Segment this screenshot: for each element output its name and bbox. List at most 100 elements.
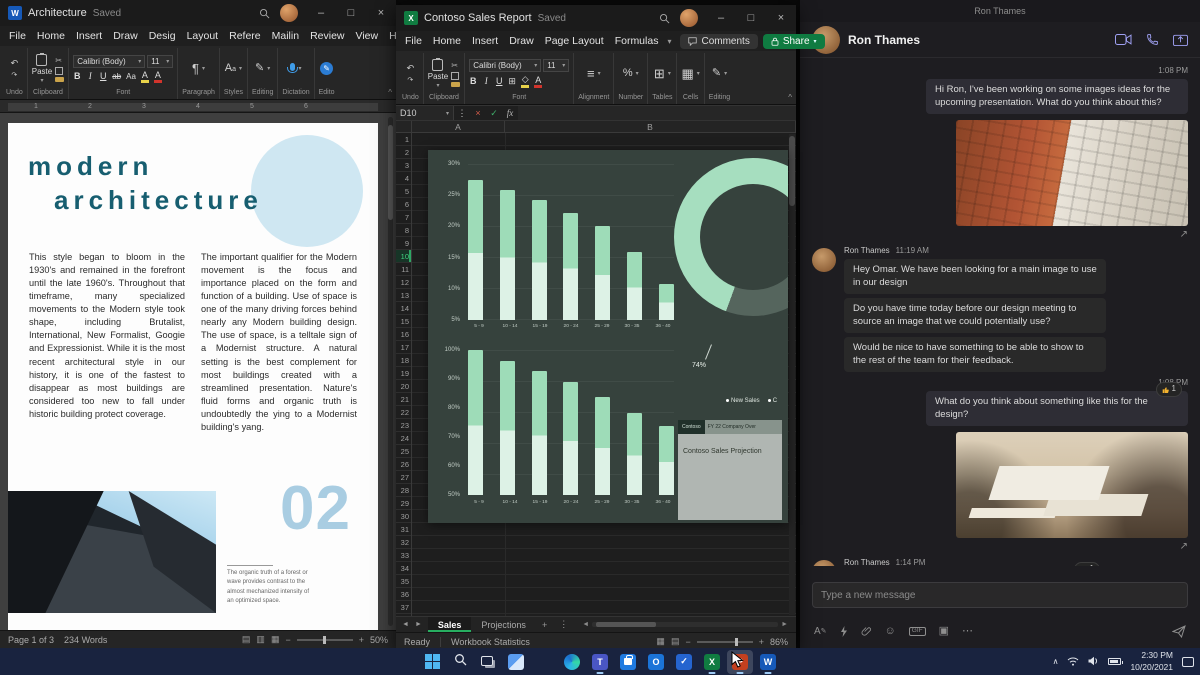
send-icon[interactable] xyxy=(1172,625,1186,638)
paste-button[interactable]: Paste▾ xyxy=(428,59,448,89)
notification-center-icon[interactable] xyxy=(1182,657,1194,667)
row-header-10[interactable]: 10 xyxy=(396,250,411,263)
row-header-35[interactable]: 35 xyxy=(396,575,411,588)
row-header-32[interactable]: 32 xyxy=(396,536,411,549)
undo-icon[interactable]: ↶ xyxy=(407,63,415,74)
word-menu-item-desig[interactable]: Desig xyxy=(144,28,181,44)
row-header-25[interactable]: 25 xyxy=(396,445,411,458)
excel-menu-item-draw[interactable]: Draw xyxy=(504,33,539,49)
close-button[interactable]: × xyxy=(366,0,396,26)
sheet-options-icon[interactable]: ⋮ xyxy=(553,619,574,630)
chat-messages[interactable]: 1:08 PMHi Ron, I've been working on some… xyxy=(800,58,1200,566)
print-layout-icon[interactable]: ▥ xyxy=(256,634,265,645)
insert-function-icon[interactable]: fx xyxy=(502,108,518,118)
taskbar-search-icon[interactable] xyxy=(447,650,473,674)
font-size-select[interactable]: 11▾ xyxy=(147,55,173,68)
ribbon-collapse-icon[interactable]: ^ xyxy=(788,93,792,102)
change-case-icon[interactable]: Aa xyxy=(126,72,136,81)
page-indicator[interactable]: Page 1 of 3 xyxy=(8,635,54,645)
attachment-image-building-photo[interactable] xyxy=(956,120,1188,226)
message-bubble[interactable]: Hi Ron, I've been working on some images… xyxy=(926,79,1188,114)
row-header-29[interactable]: 29 xyxy=(396,497,411,510)
audio-call-icon[interactable] xyxy=(1146,33,1159,46)
message-bubble[interactable]: Would be nice to have something to be ab… xyxy=(844,337,1106,372)
copy-icon[interactable] xyxy=(55,67,63,75)
row-header-20[interactable]: 20 xyxy=(396,380,411,393)
font-color-icon[interactable]: A xyxy=(154,70,162,83)
excel-menu-item-page-layout[interactable]: Page Layout xyxy=(540,33,609,49)
underline-icon[interactable]: U xyxy=(99,71,107,81)
paste-button[interactable]: Paste▾ xyxy=(32,54,52,84)
gif-icon[interactable]: GIF xyxy=(909,627,926,636)
bold-icon[interactable]: B xyxy=(73,71,81,81)
column-header-a[interactable]: A xyxy=(412,121,505,132)
row-header-2[interactable]: 2 xyxy=(396,146,411,159)
cells-icon[interactable]: ▦ xyxy=(681,67,693,80)
zoom-out-icon[interactable]: − xyxy=(685,637,690,647)
copy-icon[interactable] xyxy=(451,72,459,80)
hidden-icons-chevron[interactable]: ∧ xyxy=(1053,657,1059,666)
underline-icon[interactable]: U xyxy=(495,76,503,86)
redo-icon[interactable]: ↷ xyxy=(407,76,413,84)
row-header-11[interactable]: 11 xyxy=(396,263,411,276)
row-header-24[interactable]: 24 xyxy=(396,432,411,445)
paragraph-icon[interactable]: ¶ xyxy=(192,62,199,75)
attachment-image-model-photo[interactable] xyxy=(956,432,1188,538)
taskbar-file-explorer-icon[interactable] xyxy=(531,650,557,674)
strikethrough-icon[interactable]: ab xyxy=(112,72,121,81)
highlight-icon[interactable]: A xyxy=(141,70,149,83)
zoom-in-icon[interactable]: + xyxy=(759,637,764,647)
word-menu-item-insert[interactable]: Insert xyxy=(71,28,107,44)
architecture-photo[interactable] xyxy=(8,491,216,613)
select-all-corner[interactable] xyxy=(396,121,412,132)
taskbar-start-icon[interactable] xyxy=(419,650,445,674)
editor-icon[interactable]: ✎ xyxy=(320,62,333,75)
row-header-3[interactable]: 3 xyxy=(396,159,411,172)
word-menu-item-refere[interactable]: Refere xyxy=(224,28,266,44)
next-sheet-icon[interactable]: ► xyxy=(415,621,422,628)
horizontal-scrollbar[interactable]: ◄► xyxy=(582,621,788,629)
comments-button[interactable]: Comments xyxy=(680,34,757,49)
format-painter-icon[interactable] xyxy=(451,82,460,87)
ribbon-collapse-icon[interactable]: ^ xyxy=(388,88,392,97)
row-header-36[interactable]: 36 xyxy=(396,588,411,601)
emoji-icon[interactable]: ☺ xyxy=(885,626,896,637)
zoom-slider[interactable] xyxy=(297,639,353,641)
network-icon[interactable] xyxy=(1067,653,1079,671)
row-header-26[interactable]: 26 xyxy=(396,458,411,471)
screen-share-icon[interactable] xyxy=(1173,33,1188,46)
account-avatar[interactable] xyxy=(680,9,698,27)
zoom-out-icon[interactable]: − xyxy=(285,635,290,645)
font-name-select[interactable]: Calibri (Body)▾ xyxy=(73,55,145,68)
excel-menu-item-insert[interactable]: Insert xyxy=(467,33,503,49)
message-bubble[interactable]: Do you have time today before our design… xyxy=(844,298,1106,333)
formula-options-icon[interactable]: ⋮ xyxy=(454,108,470,119)
word-menu-item-view[interactable]: View xyxy=(351,28,384,44)
word-count[interactable]: 234 Words xyxy=(64,635,107,645)
row-header-7[interactable]: 7 xyxy=(396,211,411,224)
message-bubble[interactable]: Hey Omar. We have been looking for a mai… xyxy=(844,259,1106,294)
clock[interactable]: 2:30 PM 10/20/2021 xyxy=(1130,650,1173,672)
italic-icon[interactable]: I xyxy=(482,76,490,86)
word-menu-item-draw[interactable]: Draw xyxy=(108,28,143,44)
grid-vertical-scrollbar[interactable] xyxy=(789,134,795,615)
name-box[interactable]: D10▾ xyxy=(396,106,454,120)
taskbar-outlook-icon[interactable]: O xyxy=(643,650,669,674)
number-format-icon[interactable]: % xyxy=(623,68,633,79)
workbook-statistics[interactable]: Workbook Statistics xyxy=(451,637,530,647)
reaction-badge[interactable]: 1 xyxy=(1074,562,1100,566)
message-bubble[interactable]: What do you think about something like t… xyxy=(926,391,1188,426)
word-menu-item-home[interactable]: Home xyxy=(32,28,70,44)
taskbar-to-do-icon[interactable]: ✓ xyxy=(671,650,697,674)
sender-avatar[interactable] xyxy=(812,560,836,566)
word-menu-item-review[interactable]: Review xyxy=(305,28,349,44)
column-header-b[interactable]: B xyxy=(505,121,796,132)
minimize-button[interactable]: – xyxy=(706,5,736,31)
search-icon[interactable] xyxy=(659,13,670,24)
dictate-icon[interactable] xyxy=(290,63,295,71)
editing-icon[interactable]: ✎ xyxy=(255,63,264,74)
row-header-34[interactable]: 34 xyxy=(396,562,411,575)
row-header-9[interactable]: 9 xyxy=(396,237,411,250)
taskbar-word-icon[interactable]: W xyxy=(755,650,781,674)
borders-icon[interactable]: ⊞ xyxy=(508,76,516,87)
